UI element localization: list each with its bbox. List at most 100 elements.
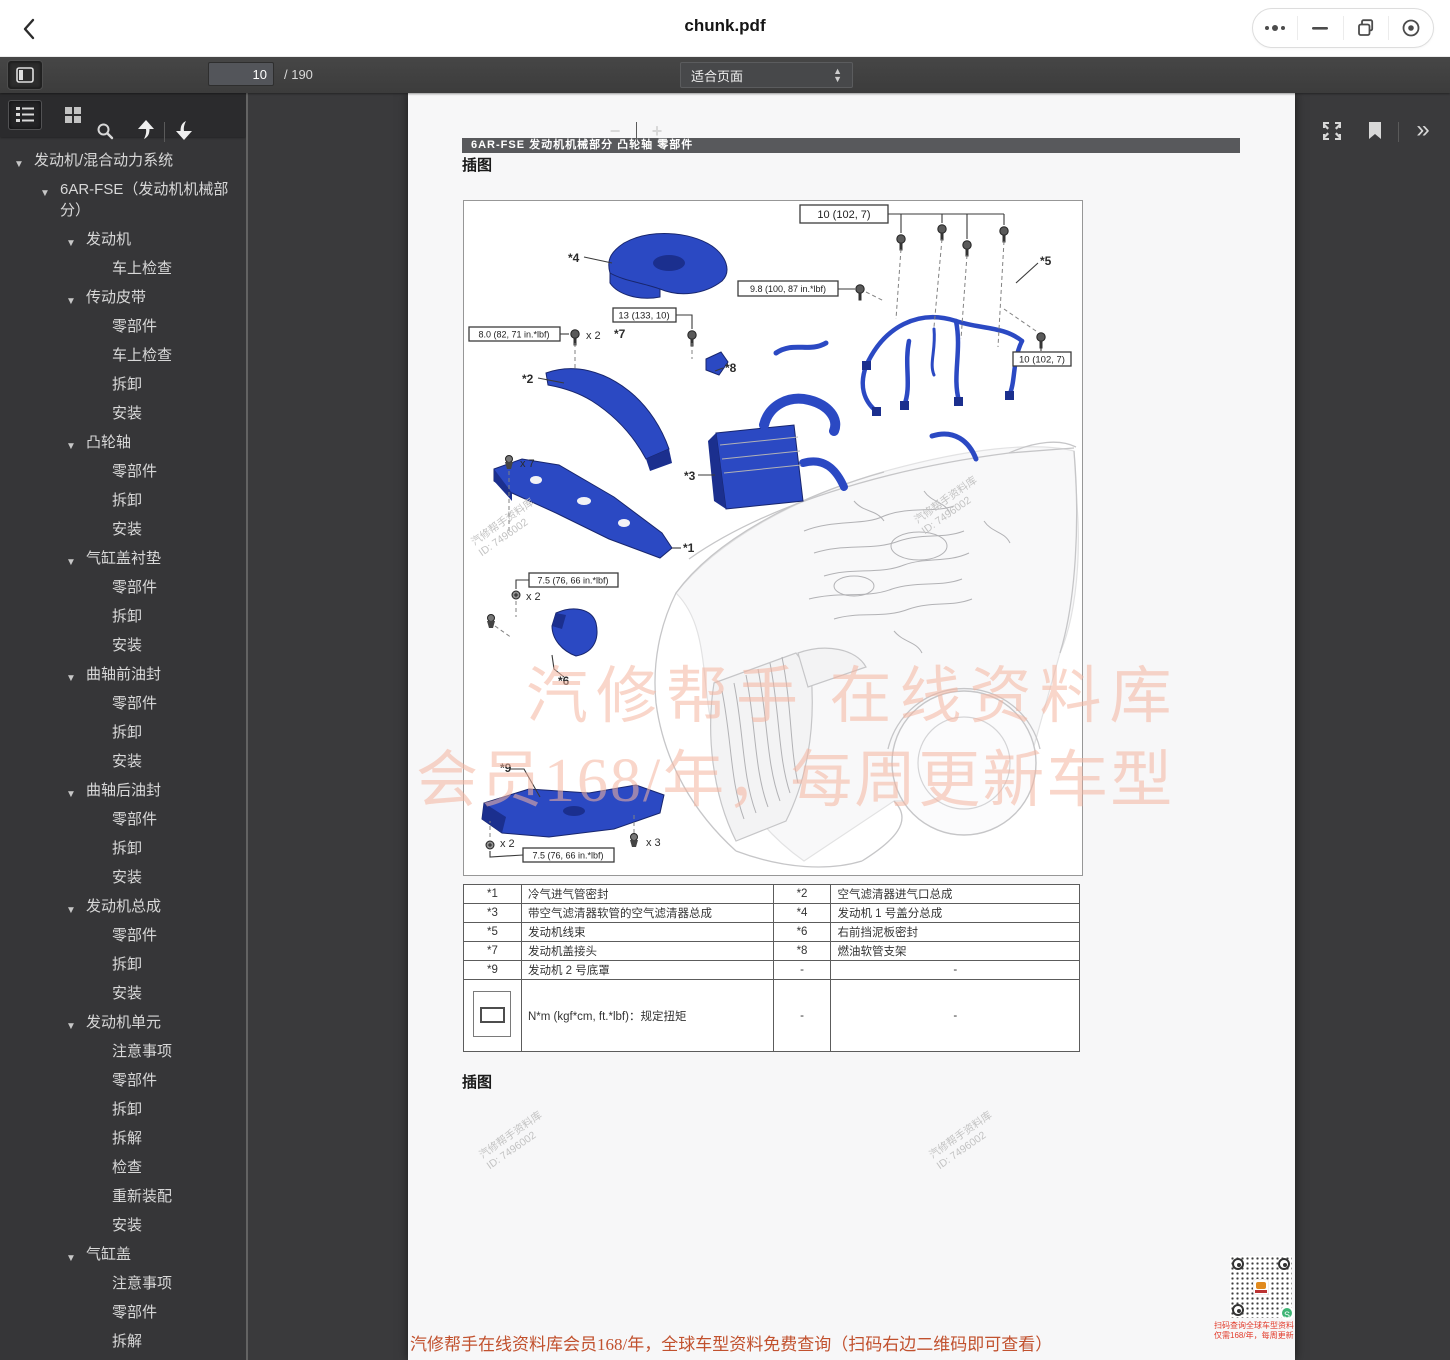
outline-item-label: 传动皮带 [86, 289, 146, 306]
minimize-icon [1311, 25, 1329, 31]
caret-down-icon[interactable]: ▼ [66, 552, 76, 573]
caret-down-icon[interactable]: ▼ [14, 154, 24, 175]
outline-item[interactable]: 安装 [0, 515, 246, 544]
search-button[interactable] [92, 119, 118, 143]
outline-item[interactable]: ▼ 发动机/混合动力系统 [0, 146, 246, 175]
outline-item-label: 安装 [112, 1217, 142, 1234]
outline-item[interactable]: ▼ 发动机单元 [0, 1008, 246, 1037]
outline-item[interactable]: 安装 [0, 863, 246, 892]
svg-text:*4: *4 [568, 251, 580, 265]
outline-item[interactable]: 零部件 [0, 805, 246, 834]
outline-item-label: 零部件 [112, 927, 157, 944]
torque-legend-row: N*m (kgf*cm, ft.*lbf)：规定扭矩 - - [464, 980, 1080, 1052]
outline-item[interactable]: 拆卸 [0, 950, 246, 979]
outline-item[interactable]: 拆卸 [0, 1095, 246, 1124]
outline-item[interactable]: ▼ 凸轮轴 [0, 428, 246, 457]
svg-text:*9: *9 [500, 761, 512, 775]
outline-item[interactable]: 车上检查 [0, 254, 246, 283]
caret-down-icon[interactable]: ▼ [66, 1248, 76, 1269]
thumbnails-grid-icon [64, 106, 82, 124]
caret-down-icon[interactable]: ▼ [66, 668, 76, 689]
outline-item[interactable]: 拆解 [0, 1327, 246, 1356]
outline-item[interactable]: 拆解 [0, 1124, 246, 1153]
outline-item[interactable]: 安装 [0, 1211, 246, 1240]
outline-item[interactable]: 注意事项 [0, 1037, 246, 1066]
outline-item[interactable]: ▼ 气缸盖衬垫 [0, 544, 246, 573]
caret-down-icon[interactable]: ▼ [66, 291, 76, 312]
torque-box-icon [473, 991, 511, 1037]
qr-code: S [1230, 1256, 1292, 1318]
outline-item[interactable]: 零部件 [0, 573, 246, 602]
restore-window-button[interactable] [1343, 16, 1388, 40]
outline-item[interactable]: 安装 [0, 979, 246, 1008]
outline-item[interactable]: 零部件 [0, 921, 246, 950]
part-radiator-support-cover [494, 459, 672, 558]
outline-item[interactable]: 拆卸 [0, 834, 246, 863]
outline-item[interactable]: 重新装配 [0, 1182, 246, 1211]
next-page-button[interactable] [170, 117, 198, 143]
caret-down-icon[interactable]: ▼ [66, 436, 76, 457]
svg-text:*3: *3 [684, 469, 696, 483]
outline-item[interactable]: ▼ 气缸盖 [0, 1240, 246, 1269]
caret-down-icon[interactable]: ▼ [66, 1016, 76, 1037]
outline-tree: ▼ 发动机/混合动力系统 ▼ 6AR-FSE（发动机机械部分） ▼ 发动机 车上… [0, 137, 246, 1356]
outline-item[interactable]: 零部件 [0, 1066, 246, 1095]
outline-item[interactable]: 安装 [0, 399, 246, 428]
zoom-mode-select[interactable]: 适合页面 ▲▼ [680, 62, 853, 88]
outline-item[interactable]: 零部件 [0, 689, 246, 718]
pdf-viewer[interactable]: 6AR-FSE 发动机机械部分 凸轮轴 零部件 插图 汽修帮手资料库ID: 74… [250, 93, 1450, 1360]
svg-text:*5: *5 [1040, 254, 1052, 268]
table-row: *7 发动机盖接头 *8 燃油软管支架 [464, 942, 1080, 961]
outline-item[interactable]: ▼ 传动皮带 [0, 283, 246, 312]
more-tools-button[interactable]: » [1406, 115, 1440, 145]
outline-item[interactable]: 检查 [0, 1153, 246, 1182]
more-menu-button[interactable] [1253, 16, 1297, 40]
thumbnails-view-button[interactable] [56, 100, 90, 130]
outline-item[interactable]: 零部件 [0, 457, 246, 486]
outline-item[interactable]: ▼ 6AR-FSE（发动机机械部分） [0, 175, 246, 225]
outline-item[interactable]: 零部件 [0, 1298, 246, 1327]
outline-item[interactable]: 零部件 [0, 312, 246, 341]
outline-item[interactable]: 拆卸 [0, 718, 246, 747]
outline-item[interactable]: 拆卸 [0, 370, 246, 399]
search-icon [96, 122, 114, 140]
outline-item[interactable]: 安装 [0, 631, 246, 660]
caret-down-icon[interactable]: ▼ [40, 183, 50, 204]
svg-text:x 7: x 7 [520, 458, 535, 470]
outline-item[interactable]: 拆卸 [0, 602, 246, 631]
outline-item-label: 拆卸 [112, 1101, 142, 1118]
close-target-icon [1401, 18, 1421, 38]
outline-item[interactable]: ▼ 曲轴前油封 [0, 660, 246, 689]
fullscreen-icon [1322, 121, 1342, 141]
select-arrows-icon: ▲▼ [833, 67, 842, 83]
page-number-input[interactable] [208, 62, 274, 86]
outline-view-button[interactable] [8, 100, 42, 130]
outline-item[interactable]: 注意事项 [0, 1269, 246, 1298]
zoom-in-button[interactable]: + [644, 119, 670, 143]
bookmark-button[interactable] [1362, 119, 1388, 143]
caret-down-icon[interactable]: ▼ [66, 233, 76, 254]
outline-item-label: 气缸盖衬垫 [86, 550, 161, 567]
outline-item[interactable]: ▼ 发动机总成 [0, 892, 246, 921]
caret-down-icon[interactable]: ▼ [66, 900, 76, 921]
outline-item[interactable]: 车上检查 [0, 341, 246, 370]
previous-page-button[interactable] [132, 117, 160, 143]
caret-down-icon[interactable]: ▼ [66, 784, 76, 805]
svg-text:10 (102, 7): 10 (102, 7) [1019, 355, 1065, 366]
outline-item[interactable]: 安装 [0, 747, 246, 776]
fullscreen-button[interactable] [1318, 119, 1346, 143]
part-air-inlet-bracket [546, 369, 672, 471]
svg-text:x 2: x 2 [526, 591, 541, 603]
minimize-button[interactable] [1297, 16, 1342, 40]
table-row: *3 带空气滤清器软管的空气滤清器总成 *4 发动机 1 号盖分总成 [464, 904, 1080, 923]
qr-caption: 扫码查询全球车型资料仅需168/年，每周更新 [1214, 1321, 1280, 1341]
outline-item-label: 曲轴后油封 [86, 782, 161, 799]
toggle-sidebar-button[interactable] [8, 61, 42, 89]
torque-legend-text: N*m (kgf*cm, ft.*lbf)：规定扭矩 [521, 980, 773, 1052]
zoom-out-button[interactable]: − [602, 119, 628, 143]
outline-item[interactable]: ▼ 发动机 [0, 225, 246, 254]
outline-item[interactable]: ▼ 曲轴后油封 [0, 776, 246, 805]
close-window-button[interactable] [1388, 16, 1433, 40]
document-section-bar: 6AR-FSE 发动机机械部分 凸轮轴 零部件 [462, 138, 1240, 153]
outline-item[interactable]: 拆卸 [0, 486, 246, 515]
